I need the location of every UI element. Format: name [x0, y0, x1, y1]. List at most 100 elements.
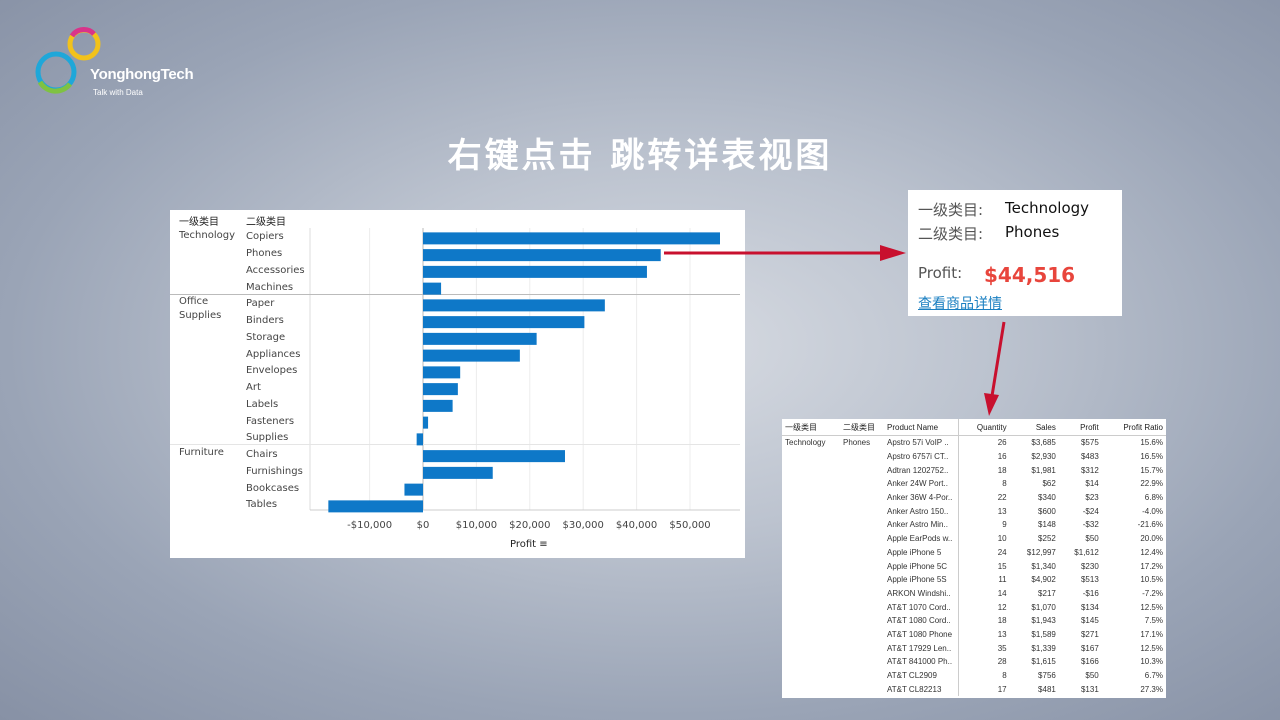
tooltip-cat2-value: Phones [1005, 223, 1060, 241]
bar-storage[interactable] [423, 332, 537, 345]
cell-profit-ratio: 12.5% [1140, 643, 1163, 653]
col-header-profit-ratio[interactable]: Profit Ratio [1101, 419, 1166, 436]
cell-cat1 [782, 655, 840, 669]
col-header-sales[interactable]: Sales [1009, 419, 1059, 436]
table-row[interactable]: Adtran 1202752.. 18 $1,981 $312 15.7% [782, 463, 1166, 478]
detail-table: 一级类目 二级类目 Product Name Quantity Sales Pr… [782, 419, 1166, 697]
arrow-to-detail [990, 321, 1006, 397]
cell-quantity: 11 [998, 575, 1007, 585]
bar-bookcases[interactable] [404, 483, 423, 496]
arrow-to-detail-head [984, 393, 999, 416]
table-row[interactable]: AT&T 17929 Len.. 35 $1,339 $167 12.5% [782, 641, 1166, 655]
table-row[interactable]: AT&T CL82213 17 $481 $131 27.3% [782, 682, 1166, 697]
table-row[interactable]: Apple iPhone 5 24 $12,997 $1,612 12.4% [782, 545, 1166, 560]
cell-profit: $230 [1080, 561, 1099, 571]
tooltip-profit-label: Profit: [918, 264, 963, 282]
tooltip-popup: 一级类目: Technology 二级类目: Phones Profit: $4… [908, 190, 1122, 316]
cell-sales: $4,902 [1031, 575, 1056, 585]
x-tick-label: $0 [417, 520, 430, 531]
table-row[interactable]: Anker Astro 150.. 13 $600 -$24 -4.0% [782, 504, 1166, 519]
cell-cat2 [840, 546, 884, 560]
bar-envelopes[interactable] [423, 366, 461, 379]
table-row[interactable]: AT&T 1080 Phone 13 $1,589 $271 17.1% [782, 627, 1166, 642]
bar-machines[interactable] [423, 282, 442, 295]
bar-supplies[interactable] [416, 433, 423, 446]
detail-table-header-row: 一级类目 二级类目 Product Name Quantity Sales Pr… [782, 419, 1166, 436]
cell-cat1 [782, 518, 840, 532]
cell-profit-ratio: 6.7% [1144, 671, 1163, 681]
cell-quantity: 12 [997, 602, 1007, 612]
cell-quantity: 16 [997, 452, 1007, 462]
cell-profit: $50 [1085, 534, 1099, 544]
bar-fasteners[interactable] [423, 416, 429, 429]
table-row[interactable]: Apple iPhone 5S 11 $4,902 $513 10.5% [782, 572, 1166, 587]
cell-product-name: AT&T 841000 Ph.. [884, 655, 959, 669]
table-row[interactable]: Apstro 6757i CT.. 16 $2,930 $483 16.5% [782, 449, 1166, 464]
cell-sales: $340 [1038, 493, 1056, 503]
cell-product-name: Anker 24W Port.. [884, 477, 959, 491]
bar-accessories[interactable] [423, 265, 647, 278]
table-row[interactable]: Anker 36W 4-Por.. 22 $340 $23 6.8% [782, 490, 1166, 505]
table-row[interactable]: ARKON Windshi.. 14 $217 -$16 -7.2% [782, 586, 1166, 601]
cell-sales: $252 [1038, 534, 1056, 544]
bar-chairs[interactable] [423, 450, 565, 463]
logo-tagline: Talk with Data [93, 88, 143, 97]
cell-cat2 [840, 450, 884, 464]
cell-profit: -$16 [1082, 588, 1099, 598]
cell-product-name: Apstro 6757i CT.. [884, 449, 959, 464]
cell-product-name: AT&T CL82213 [884, 682, 959, 697]
bar-phones[interactable] [423, 249, 661, 262]
cell-sales: $1,981 [1031, 465, 1056, 475]
bar-paper[interactable] [423, 299, 605, 312]
bar-furnishings[interactable] [423, 466, 493, 479]
tooltip-profit-value: $44,516 [984, 263, 1076, 287]
cell-profit-ratio: 15.7% [1140, 465, 1163, 475]
cell-profit-ratio: -21.6% [1137, 520, 1163, 530]
table-row[interactable]: Apple EarPods w.. 10 $252 $50 20.0% [782, 531, 1166, 546]
col-header-profit[interactable]: Profit [1058, 419, 1102, 436]
cell-profit: $271 [1080, 629, 1099, 639]
x-tick-label: $10,000 [456, 520, 497, 531]
cell-profit: $166 [1080, 657, 1099, 667]
x-axis-title: Profit ≡ [510, 539, 548, 550]
slide-title: 右键点击 跳转详表视图 [447, 136, 833, 176]
bar-tables[interactable] [328, 500, 423, 513]
table-row[interactable]: Anker 24W Port.. 8 $62 $14 22.9% [782, 477, 1166, 491]
cell-quantity: 14 [997, 588, 1007, 598]
col-header-product-name[interactable]: Product Name [884, 419, 959, 436]
cell-cat1 [782, 587, 840, 601]
cell-cat2 [840, 641, 884, 655]
table-row[interactable]: Technology Phones Apstro 57i VoIP .. 26 $3,6… [782, 435, 1166, 450]
cell-cat2 [840, 669, 884, 683]
cell-quantity: 22 [997, 493, 1007, 503]
cell-cat2 [840, 682, 884, 696]
table-row[interactable]: Anker Astro Min.. 9 $148 -$32 -21.6% [782, 518, 1166, 532]
cell-profit-ratio: 10.3% [1140, 657, 1163, 667]
bar-labels[interactable] [423, 399, 453, 412]
table-row[interactable]: AT&T 1070 Cord.. 12 $1,070 $134 12.5% [782, 600, 1166, 614]
table-row[interactable]: Apple iPhone 5C 15 $1,340 $230 17.2% [782, 559, 1166, 573]
cell-cat2 [840, 559, 884, 573]
bar-copiers[interactable] [423, 232, 720, 245]
sort-icon[interactable]: ≡ [539, 539, 547, 550]
col-header-cat1[interactable]: 一级类目 [782, 419, 840, 436]
cell-profit-ratio: 22.9% [1140, 479, 1163, 489]
view-product-details-link[interactable]: 查看商品详情 [918, 293, 1002, 313]
bar-art[interactable] [423, 383, 458, 396]
table-row[interactable]: AT&T 1080 Cord.. 18 $1,943 $145 7.5% [782, 613, 1166, 628]
col-header-cat2[interactable]: 二级类目 [840, 419, 884, 436]
tooltip-cat1-value: Technology [1005, 199, 1090, 217]
cell-sales: $62 [1042, 479, 1056, 489]
cell-cat2 [840, 614, 884, 628]
bar-appliances[interactable] [423, 349, 520, 362]
x-tick-label: $50,000 [669, 520, 710, 531]
cell-profit: $1,612 [1074, 547, 1099, 557]
cell-cat1 [782, 546, 840, 560]
cell-product-name: Apple iPhone 5C [884, 559, 959, 573]
col-header-quantity[interactable]: Quantity [958, 419, 1010, 436]
table-row[interactable]: AT&T CL2909 8 $756 $50 6.7% [782, 668, 1166, 683]
cell-cat1 [782, 641, 840, 655]
cell-profit: -$24 [1082, 506, 1099, 516]
bar-binders[interactable] [423, 316, 585, 329]
table-row[interactable]: AT&T 841000 Ph.. 28 $1,615 $166 10.3% [782, 655, 1166, 669]
